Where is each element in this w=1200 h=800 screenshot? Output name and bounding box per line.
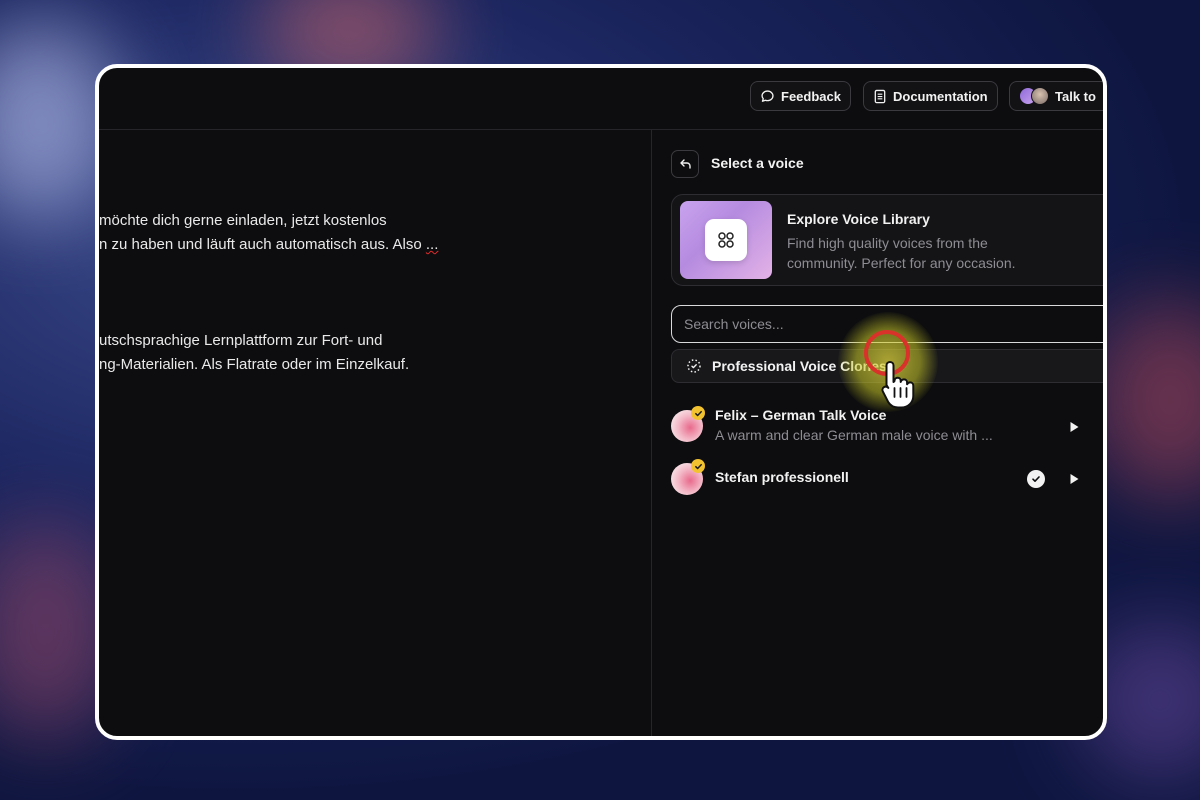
library-icon-tile — [705, 219, 747, 261]
library-title: Explore Voice Library — [787, 211, 930, 227]
editor-line: n zu haben und läuft auch automatisch au… — [99, 233, 438, 257]
document-icon — [874, 89, 886, 103]
editor-line: ng-Materialien. Als Flatrate oder im Ein… — [99, 356, 410, 373]
voice-name: Stefan professionell — [715, 469, 849, 485]
panel-title: Select a voice — [711, 155, 804, 171]
verified-badge-icon — [691, 459, 705, 473]
voice-selector-panel: Select a voice Explore Voice Library Fin… — [652, 129, 1103, 736]
library-description: Find high quality voices from the commun… — [787, 235, 1016, 271]
play-icon[interactable] — [1067, 420, 1081, 434]
voice-name: Felix – German Talk Voice — [715, 407, 887, 423]
documentation-label: Documentation — [893, 88, 988, 104]
app-window: Feedback Documentation Talk to möchte di… — [95, 64, 1107, 740]
top-bar: Feedback Documentation Talk to — [99, 68, 1103, 130]
grid-circles-icon — [718, 232, 734, 248]
editor-line: möchte dich gerne einladen, jetzt kosten… — [99, 212, 387, 229]
selected-check-icon — [1027, 470, 1045, 488]
talk-to-button[interactable]: Talk to — [1009, 81, 1103, 111]
editor-line-text: n zu haben und läuft auch automatisch au… — [99, 236, 426, 253]
voice-description: A warm and clear German male voice with … — [715, 427, 993, 443]
verified-badge-icon — [691, 406, 705, 420]
return-arrow-icon — [679, 159, 691, 169]
play-icon[interactable] — [1067, 472, 1081, 486]
talk-to-label: Talk to — [1055, 88, 1096, 104]
text-editor[interactable]: möchte dich gerne einladen, jetzt kosten… — [99, 128, 651, 736]
chat-bubble-icon — [761, 89, 774, 102]
avatar — [1031, 87, 1049, 105]
hand-pointer-icon — [881, 361, 915, 409]
library-thumbnail — [680, 201, 772, 279]
back-button[interactable] — [671, 150, 699, 178]
feedback-label: Feedback — [781, 88, 841, 104]
feedback-button[interactable]: Feedback — [750, 81, 851, 111]
editor-line: utschsprachige Lernplattform zur Fort- u… — [99, 332, 383, 349]
voice-list-item[interactable]: Felix – German Talk Voice A warm and cle… — [671, 406, 1103, 446]
spelling-marker: ... — [425, 236, 439, 253]
documentation-button[interactable]: Documentation — [863, 81, 998, 111]
agent-avatars — [1019, 87, 1049, 105]
loading-spinner-icon — [687, 359, 701, 373]
voice-list-item[interactable]: Stefan professionell — [671, 459, 1103, 499]
voice-library-card[interactable]: Explore Voice Library Find high quality … — [671, 194, 1103, 286]
